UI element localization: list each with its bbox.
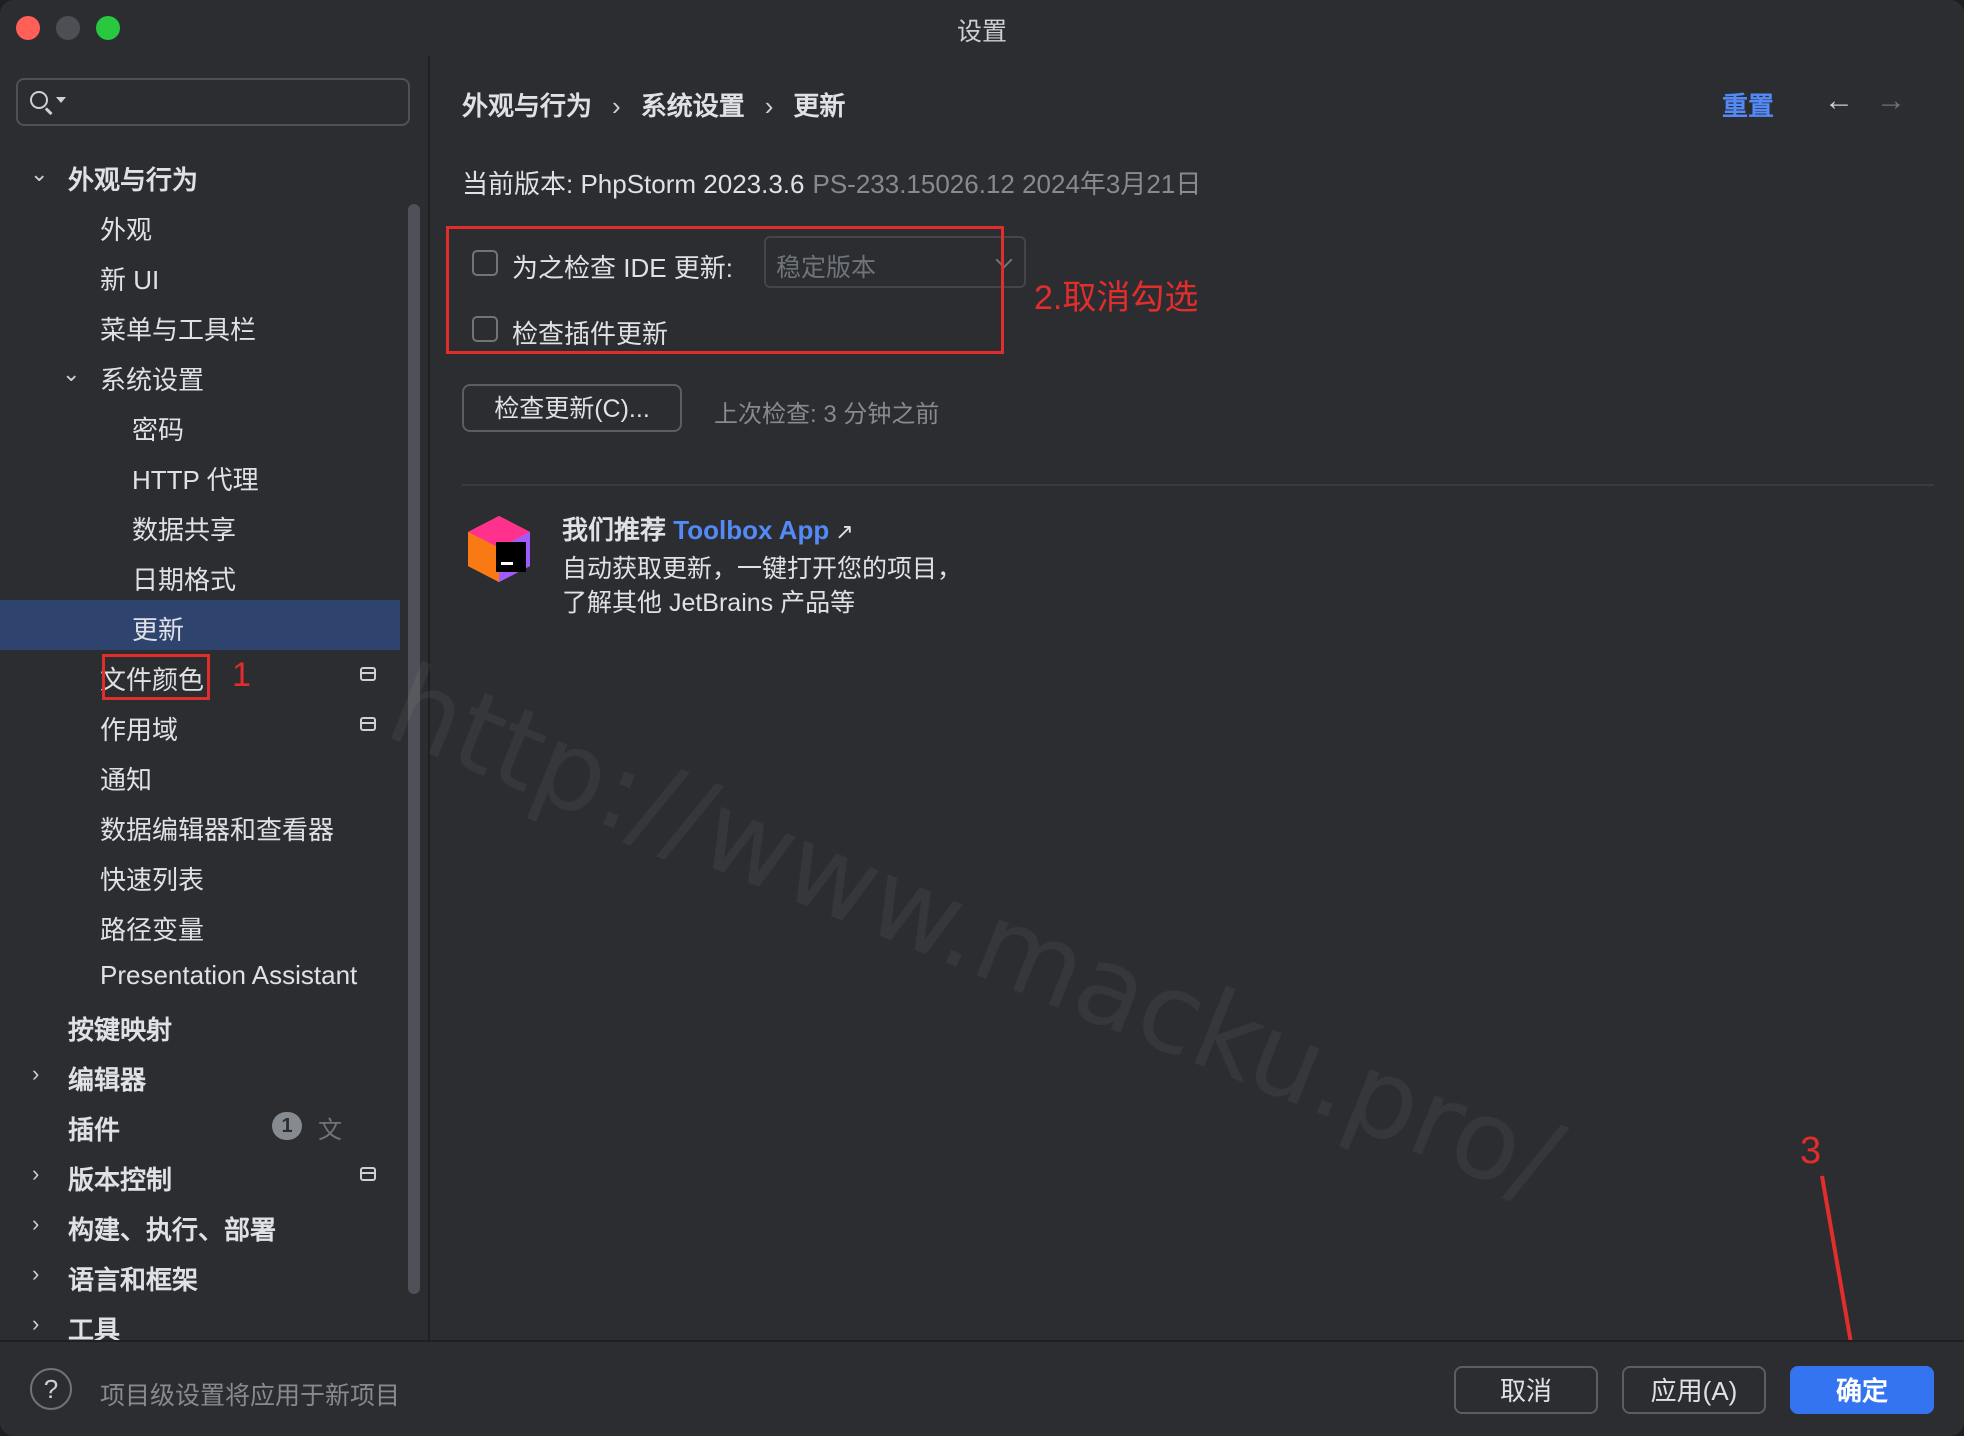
breadcrumb-separator-icon: › [764,91,774,121]
chevron-right-icon[interactable]: › [32,1313,52,1335]
tree-item-label: 外观与行为 [68,165,199,195]
tree-item-label: 路径变量 [100,915,205,945]
tree-item-data-sharing[interactable]: 数据共享 [0,500,400,550]
tree-item-label: 插件 [68,1115,121,1145]
tree-item-label: 快速列表 [100,865,205,895]
breadcrumb-item-current: 更新 [793,91,846,121]
settings-window: 设置 ⌄ 外观与行为 外观 新 UI 菜单与工具栏 ⌄ 系统设置 密码 HTTP… [0,0,1964,1436]
tree-item-path-variables[interactable]: 路径变量 [0,900,400,950]
tree-item-data-editor[interactable]: 数据编辑器和查看器 [0,800,400,850]
toolbox-app-logo-icon [468,516,530,582]
chevron-right-icon[interactable]: › [32,1163,52,1185]
dialog-footer: ? 项目级设置将应用于新项目 取消 应用(A) 确定 [0,1340,1964,1436]
tree-item-passwords[interactable]: 密码 [0,400,400,450]
settings-content: 外观与行为 › 系统设置 › 更新 重置 ← → 当前版本: PhpStorm 2023… [430,56,1964,1402]
tree-item-label: 语言和框架 [68,1265,199,1295]
tree-item-label: 菜单与工具栏 [100,315,257,345]
annotation-box-step2 [446,226,1004,354]
translate-icon: 文 [318,1117,342,1144]
chevron-down-icon[interactable]: ⌄ [30,163,50,185]
tree-item-appearance-behavior[interactable]: ⌄ 外观与行为 [0,150,400,200]
tree-item-label: 作用域 [100,715,179,745]
tree-item-http-proxy[interactable]: HTTP 代理 [0,450,400,500]
section-divider [462,484,1934,486]
tree-item-build-execution[interactable]: › 构建、执行、部署 [0,1200,400,1250]
project-level-icon [360,1167,376,1181]
tree-item-label: 数据编辑器和查看器 [100,815,335,845]
version-label: 当前版本: PhpStorm 2023.3.6 [462,169,805,199]
promo-line: 了解其他 JetBrains 产品等 [562,589,856,617]
promo-prefix: 我们推荐 [562,515,667,545]
check-for-updates-button[interactable]: 检查更新(C)... [462,384,682,432]
breadcrumb-item[interactable]: 系统设置 [641,91,745,121]
tree-item-label: Presentation Assistant [100,960,358,990]
build-info: PS-233.15026.12 2024年3月21日 [812,169,1202,199]
chevron-right-icon[interactable]: › [32,1213,52,1235]
back-arrow-icon[interactable]: ← [1824,84,1854,118]
tree-item-label: 日期格式 [132,565,237,595]
project-level-icon [360,717,376,731]
tree-item-label: 数据共享 [132,515,237,545]
tree-item-version-control[interactable]: › 版本控制 [0,1150,400,1200]
annotation-box-step1 [102,654,210,700]
tree-item-label: 外观 [100,215,153,245]
forward-arrow-icon[interactable]: → [1876,84,1906,118]
cancel-button[interactable]: 取消 [1454,1366,1598,1414]
tree-item-label: 通知 [100,765,153,795]
tree-item-label: 构建、执行、部署 [68,1215,277,1245]
title-bar: 设置 [0,0,1964,56]
search-options-caret-icon[interactable] [56,97,66,103]
annotation-step2: 2.取消勾选 [1034,279,1199,317]
apply-button[interactable]: 应用(A) [1622,1366,1766,1414]
help-button[interactable]: ? [30,1368,72,1410]
annotation-step3: 3 [1800,1130,1822,1172]
current-version: 当前版本: PhpStorm 2023.3.6 PS-233.15026.12 2… [462,164,1201,201]
tree-item-label: 新 UI [100,265,160,295]
annotation-step1: 1 [232,656,251,694]
tree-item-scopes[interactable]: 作用域 [0,700,400,750]
reset-link[interactable]: 重置 [1722,86,1774,123]
project-level-icon [360,667,376,681]
chevron-right-icon[interactable]: › [32,1063,52,1085]
search-icon [30,91,48,109]
tree-item-label: 系统设置 [100,365,205,395]
tree-item-label: 编辑器 [68,1065,147,1095]
breadcrumb-separator-icon: › [612,91,621,121]
external-link-icon[interactable]: ↗ [835,519,853,544]
tree-item-notifications[interactable]: 通知 [0,750,400,800]
promo-line: 自动获取更新，一键打开您的项目， [562,555,963,583]
tree-item-quick-lists[interactable]: 快速列表 [0,850,400,900]
tree-item-system-settings[interactable]: ⌄ 系统设置 [0,350,400,400]
breadcrumb: 外观与行为 › 系统设置 › 更新 [462,86,845,123]
tree-item-date-formats[interactable]: 日期格式 [0,550,400,600]
plugin-update-badge: 1 [272,1112,302,1140]
tree-item-label: 更新 [132,615,185,645]
tree-item-plugins[interactable]: 插件 1 文 [0,1100,400,1150]
tree-item-languages-frameworks[interactable]: › 语言和框架 [0,1250,400,1300]
last-check-status: 上次检查: 3 分钟之前 [714,401,940,428]
chevron-down-icon[interactable]: ⌄ [62,363,82,385]
tree-item-menus-toolbars[interactable]: 菜单与工具栏 [0,300,400,350]
tree-item-label: HTTP 代理 [132,465,259,495]
search-input[interactable] [74,86,398,120]
tree-item-editor[interactable]: › 编辑器 [0,1050,400,1100]
tree-item-label: 按键映射 [68,1015,173,1045]
tree-item-label: 密码 [132,415,185,445]
tree-item-presentation-assistant[interactable]: Presentation Assistant [0,950,400,1000]
tree-item-appearance[interactable]: 外观 [0,200,400,250]
toolbox-app-link[interactable]: Toolbox App [673,515,829,545]
toolbox-promo-description: 自动获取更新，一键打开您的项目， 了解其他 JetBrains 产品等 [562,552,962,620]
settings-search[interactable] [16,78,410,126]
settings-sidebar: ⌄ 外观与行为 外观 新 UI 菜单与工具栏 ⌄ 系统设置 密码 HTTP 代理 [0,56,428,1345]
tree-item-label: 版本控制 [68,1165,173,1195]
window-title: 设置 [956,18,1007,46]
toolbox-promo-title: 我们推荐 Toolbox App ↗ [562,510,854,547]
ok-button[interactable]: 确定 [1790,1366,1934,1414]
tree-item-keymap[interactable]: 按键映射 [0,1000,400,1050]
tree-item-new-ui[interactable]: 新 UI [0,250,400,300]
tree-item-updates[interactable]: 更新 [0,600,400,650]
chevron-right-icon[interactable]: › [32,1263,52,1285]
footer-note: 项目级设置将应用于新项目 [100,1382,401,1410]
breadcrumb-item[interactable]: 外观与行为 [462,91,592,121]
